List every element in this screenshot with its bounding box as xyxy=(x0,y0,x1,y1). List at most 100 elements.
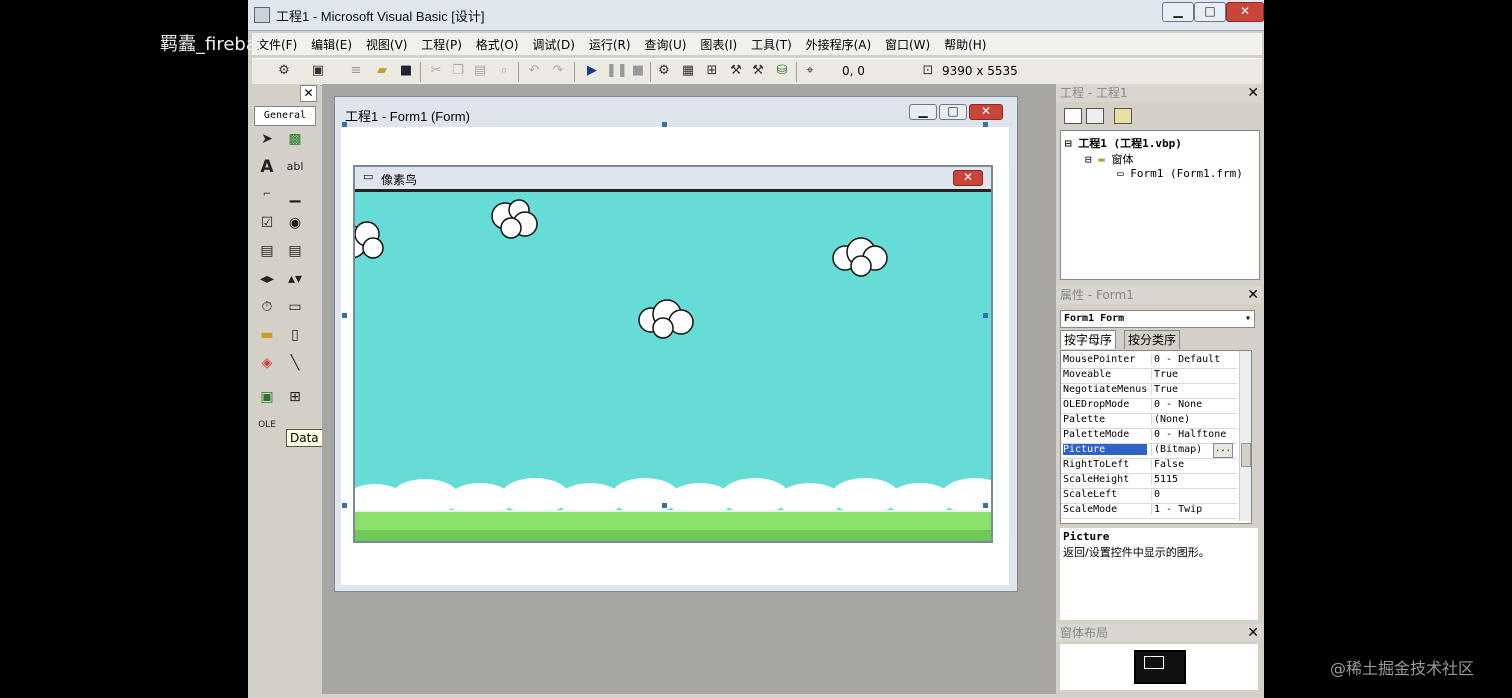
tab-categorized[interactable]: 按分类序 xyxy=(1124,330,1181,349)
toolbox-icon[interactable]: ⚒ xyxy=(750,63,766,79)
checkbox-tool-icon[interactable]: ☑ xyxy=(256,212,278,234)
view-object-icon[interactable] xyxy=(1086,108,1104,124)
listbox-tool-icon[interactable]: ▤ xyxy=(284,240,306,262)
minimize-button[interactable]: ▁ xyxy=(1162,2,1194,22)
view-code-icon[interactable] xyxy=(1064,108,1082,124)
ole-tool-icon[interactable]: OLE xyxy=(256,414,278,436)
textbox-tool-icon[interactable]: abl xyxy=(284,156,306,178)
find-icon[interactable]: ⌕ xyxy=(496,63,512,79)
menu-debug[interactable]: 调试(D) xyxy=(527,33,580,56)
menu-help[interactable]: 帮助(H) xyxy=(939,33,991,56)
resize-handle[interactable] xyxy=(662,122,667,127)
shape-tool-icon[interactable]: ◈ xyxy=(256,352,278,374)
designer-maximize-button[interactable]: □ xyxy=(939,104,967,120)
line-tool-icon[interactable]: ╲ xyxy=(284,352,306,374)
collapse-icon[interactable]: ⊟ xyxy=(1065,137,1078,150)
dirlistbox-tool-icon[interactable]: ▬ xyxy=(256,324,278,346)
drivelistbox-tool-icon[interactable]: ▭ xyxy=(284,296,306,318)
add-project-icon[interactable]: ⚙ xyxy=(276,63,292,79)
end-icon[interactable]: ■ xyxy=(630,63,646,79)
hscrollbar-tool-icon[interactable]: ◂▸ xyxy=(256,268,278,290)
object-browser-icon[interactable]: ⚒ xyxy=(728,63,744,79)
picturebox-tool-icon[interactable]: ▩ xyxy=(284,128,306,150)
form-layout-close-button[interactable]: ✕ xyxy=(1247,625,1259,641)
tree-item-project[interactable]: ⊟ 工程1 (工程1.vbp) xyxy=(1065,135,1182,151)
property-row[interactable]: ScaleHeight 5115 xyxy=(1061,473,1237,489)
property-row[interactable]: ScaleMode 1 - Twip xyxy=(1061,503,1237,519)
tree-item-form1[interactable]: ▭ Form1 (Form1.frm) xyxy=(1117,167,1243,180)
label-tool-icon[interactable]: A xyxy=(256,156,278,178)
frame-tool-icon[interactable]: ⌐ xyxy=(256,184,278,206)
property-row[interactable]: OLEDropMode 0 - None xyxy=(1061,398,1237,414)
ellipsis-button[interactable]: ... xyxy=(1213,443,1233,458)
chevron-down-icon[interactable]: ▾ xyxy=(1245,311,1251,327)
menu-editor-icon[interactable]: ≡ xyxy=(348,63,364,79)
scrollbar-thumb[interactable] xyxy=(1241,443,1251,467)
vscrollbar-tool-icon[interactable]: ▴▾ xyxy=(284,268,306,290)
image-tool-icon[interactable]: ▣ xyxy=(256,386,278,408)
property-row[interactable]: ScaleLeft 0 xyxy=(1061,488,1237,504)
copy-icon[interactable]: ❐ xyxy=(450,63,466,79)
property-row[interactable]: Palette (None) xyxy=(1061,413,1237,429)
project-explorer-icon[interactable]: ⚙ xyxy=(656,63,672,79)
property-row[interactable]: NegotiateMenus True xyxy=(1061,383,1237,399)
redo-icon[interactable]: ↷ xyxy=(550,63,566,79)
close-button[interactable]: ✕ xyxy=(1226,2,1264,22)
designer-close-button[interactable]: ✕ xyxy=(969,104,1003,120)
start-icon[interactable]: ▶ xyxy=(584,63,600,79)
resize-handle[interactable] xyxy=(342,122,347,127)
open-project-icon[interactable]: ▰ xyxy=(374,63,390,79)
break-icon[interactable]: ❚❚ xyxy=(606,63,628,79)
menu-addins[interactable]: 外接程序(A) xyxy=(801,33,877,56)
menu-tools[interactable]: 工具(T) xyxy=(746,33,797,56)
menu-run[interactable]: 运行(R) xyxy=(584,33,636,56)
property-scrollbar[interactable] xyxy=(1239,351,1251,521)
form-close-button[interactable]: ✕ xyxy=(953,170,983,186)
paste-icon[interactable]: ▤ xyxy=(472,63,488,79)
resize-handle[interactable] xyxy=(983,313,988,318)
toggle-folders-icon[interactable] xyxy=(1114,108,1132,124)
combobox-tool-icon[interactable]: ▤ xyxy=(256,240,278,262)
menu-window[interactable]: 窗口(W) xyxy=(880,33,935,56)
collapse-icon[interactable]: ⊟ xyxy=(1085,153,1098,166)
timer-tool-icon[interactable]: ⏱ xyxy=(256,296,278,318)
properties-close-button[interactable]: ✕ xyxy=(1247,287,1259,303)
property-row[interactable]: MousePointer 0 - Default xyxy=(1061,353,1237,369)
menu-query[interactable]: 查询(U) xyxy=(639,33,691,56)
properties-window-icon[interactable]: ▦ xyxy=(680,63,696,79)
commandbutton-tool-icon[interactable]: ▁ xyxy=(284,184,306,206)
property-row[interactable]: PaletteMode 0 - Halftone xyxy=(1061,428,1237,444)
tree-item-forms-folder[interactable]: ⊟ ▬ 窗体 xyxy=(1085,151,1134,167)
save-project-icon[interactable]: ■ xyxy=(398,63,414,79)
pointer-tool-icon[interactable]: ➤ xyxy=(256,128,278,150)
menu-view[interactable]: 视图(V) xyxy=(361,33,413,56)
data-tool-icon[interactable]: ⊞ xyxy=(284,386,306,408)
designer-minimize-button[interactable]: ▁ xyxy=(909,104,937,120)
resize-handle[interactable] xyxy=(662,503,667,508)
pixel-bird-form[interactable]: ▭ 像素鸟 ✕ xyxy=(353,165,993,543)
menu-diagram[interactable]: 图表(I) xyxy=(695,33,742,56)
data-view-icon[interactable]: ⛁ xyxy=(774,63,790,79)
cut-icon[interactable]: ✂ xyxy=(428,63,444,79)
resize-handle[interactable] xyxy=(342,313,347,318)
toolbox-tab-general[interactable]: General xyxy=(254,106,316,126)
toolbox-close-button[interactable]: ✕ xyxy=(300,85,317,102)
maximize-button[interactable]: □ xyxy=(1194,2,1226,22)
resize-handle[interactable] xyxy=(342,503,347,508)
optionbutton-tool-icon[interactable]: ◉ xyxy=(284,212,306,234)
filelistbox-tool-icon[interactable]: ▯ xyxy=(284,324,306,346)
form-client-area[interactable]: ▭ 像素鸟 ✕ xyxy=(341,122,1009,585)
form-layout-icon[interactable]: ⊞ xyxy=(704,63,720,79)
menu-project[interactable]: 工程(P) xyxy=(416,33,467,56)
add-form-icon[interactable]: ▣ xyxy=(310,63,326,79)
form-position-marker[interactable] xyxy=(1144,656,1164,669)
object-selector[interactable]: Form1 Form ▾ xyxy=(1060,310,1255,328)
resize-handle[interactable] xyxy=(983,122,988,127)
property-row-selected[interactable]: Picture (Bitmap) ... xyxy=(1061,443,1237,459)
undo-icon[interactable]: ↶ xyxy=(526,63,542,79)
menu-edit[interactable]: 编辑(E) xyxy=(306,33,357,56)
project-close-button[interactable]: ✕ xyxy=(1247,85,1259,101)
tab-alphabetic[interactable]: 按字母序 xyxy=(1060,330,1117,349)
property-row[interactable]: RightToLeft False xyxy=(1061,458,1237,474)
menu-format[interactable]: 格式(O) xyxy=(471,33,524,56)
